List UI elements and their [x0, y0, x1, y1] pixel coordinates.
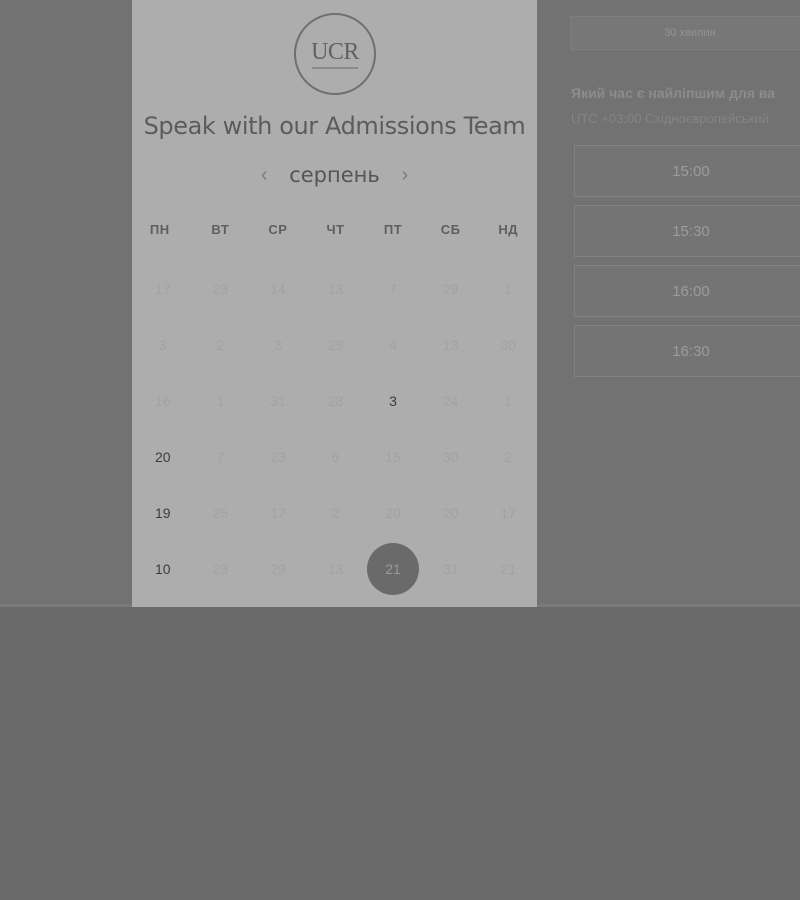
calendar-day: 23 [212, 561, 229, 577]
calendar-day: 3 [274, 337, 282, 353]
calendar-day: 31 [442, 561, 459, 577]
calendar-day-available[interactable]: 20 [134, 429, 192, 485]
calendar-day: 20 [385, 505, 401, 521]
panel-title: Speak with our Admissions Team [143, 112, 526, 140]
calendar-day: 7 [389, 281, 397, 297]
weekday-label: НД [498, 222, 519, 237]
calendar-day: 4 [389, 337, 397, 353]
calendar-day: 14 [270, 281, 286, 297]
calendar-day: 2 [504, 449, 513, 465]
logo-underline [312, 66, 358, 69]
calendar-day: 17 [270, 505, 286, 521]
weekday-label: СБ [440, 222, 461, 237]
calendar-day: 23 [270, 449, 286, 465]
time-slot-button[interactable]: 15:00 [574, 145, 800, 197]
calendar-day: 7 [216, 449, 225, 465]
calendar-day: 23 [212, 281, 229, 297]
calendar-day: 15 [385, 449, 401, 465]
ucr-logo: UCR [294, 13, 376, 95]
month-navigation: ‹ серпень › [132, 160, 537, 190]
timezone-label[interactable]: UTC +03:00 Східноєвропейський [571, 111, 800, 126]
calendar-day-selected[interactable]: 21 [364, 541, 422, 597]
time-slot-button[interactable]: 15:30 [574, 205, 800, 257]
prev-month-chevron-left-icon[interactable]: ‹ [251, 162, 277, 188]
calendar-day: 1 [216, 393, 225, 409]
calendar-day: 31 [270, 393, 286, 409]
time-slot-button[interactable]: 16:30 [574, 325, 800, 377]
calendar-day: 28 [327, 393, 344, 409]
time-question-heading: Який час є найліпшим для ва [571, 85, 776, 101]
weekday-label: ПТ [383, 222, 403, 237]
calendar-day: 30 [500, 337, 516, 353]
month-label: серпень [289, 163, 380, 187]
calendar-day: 29 [327, 337, 344, 353]
calendar-day: 6 [331, 449, 340, 465]
calendar-day: 13 [327, 561, 344, 577]
calendar-day-available[interactable]: 3 [364, 373, 422, 429]
calendar-day: 17 [154, 281, 171, 297]
calendar-day: 25 [212, 505, 229, 521]
time-slot-button[interactable]: 16:00 [574, 265, 800, 317]
calendar-day: 13 [327, 281, 344, 297]
weekday-label: ВТ [211, 222, 230, 237]
calendar-day: 30 [442, 449, 459, 465]
calendar-day: 1 [504, 281, 513, 297]
calendar-day: 20 [442, 505, 459, 521]
calendar-day-available[interactable]: 10 [134, 541, 192, 597]
weekday-header: ПН ВТ СР ЧТ ПТ СБ НД [134, 222, 537, 242]
calendar-day: 17 [500, 505, 516, 521]
calendar-day: 2 [331, 505, 340, 521]
calendar-day-available[interactable]: 19 [134, 485, 192, 541]
calendar-day: 3 [158, 337, 167, 353]
calendar-day: 21 [500, 561, 516, 577]
selected-day-circle: 21 [367, 543, 420, 595]
weekday-label: ПН [149, 222, 170, 237]
calendar-days-grid: 17 23 14 13 7 29 1 3 2 3 29 4 13 30 16 1… [134, 261, 537, 597]
calendar-day: 29 [442, 281, 459, 297]
logo-text: UCR [311, 38, 359, 65]
duration-selector[interactable]: 30 хвилин [570, 16, 800, 50]
calendar-day: 16 [154, 393, 171, 409]
weekday-label: СР [268, 222, 288, 237]
booking-panel: UCR Speak with our Admissions Team ‹ сер… [132, 0, 537, 607]
calendar-day: 1 [504, 393, 513, 409]
calendar-day: 24 [442, 393, 459, 409]
weekday-label: ЧТ [326, 222, 345, 237]
next-month-chevron-right-icon[interactable]: › [392, 162, 418, 188]
calendar-day: 29 [270, 561, 286, 577]
calendar-day: 13 [442, 337, 459, 353]
calendar-day: 2 [216, 337, 225, 353]
